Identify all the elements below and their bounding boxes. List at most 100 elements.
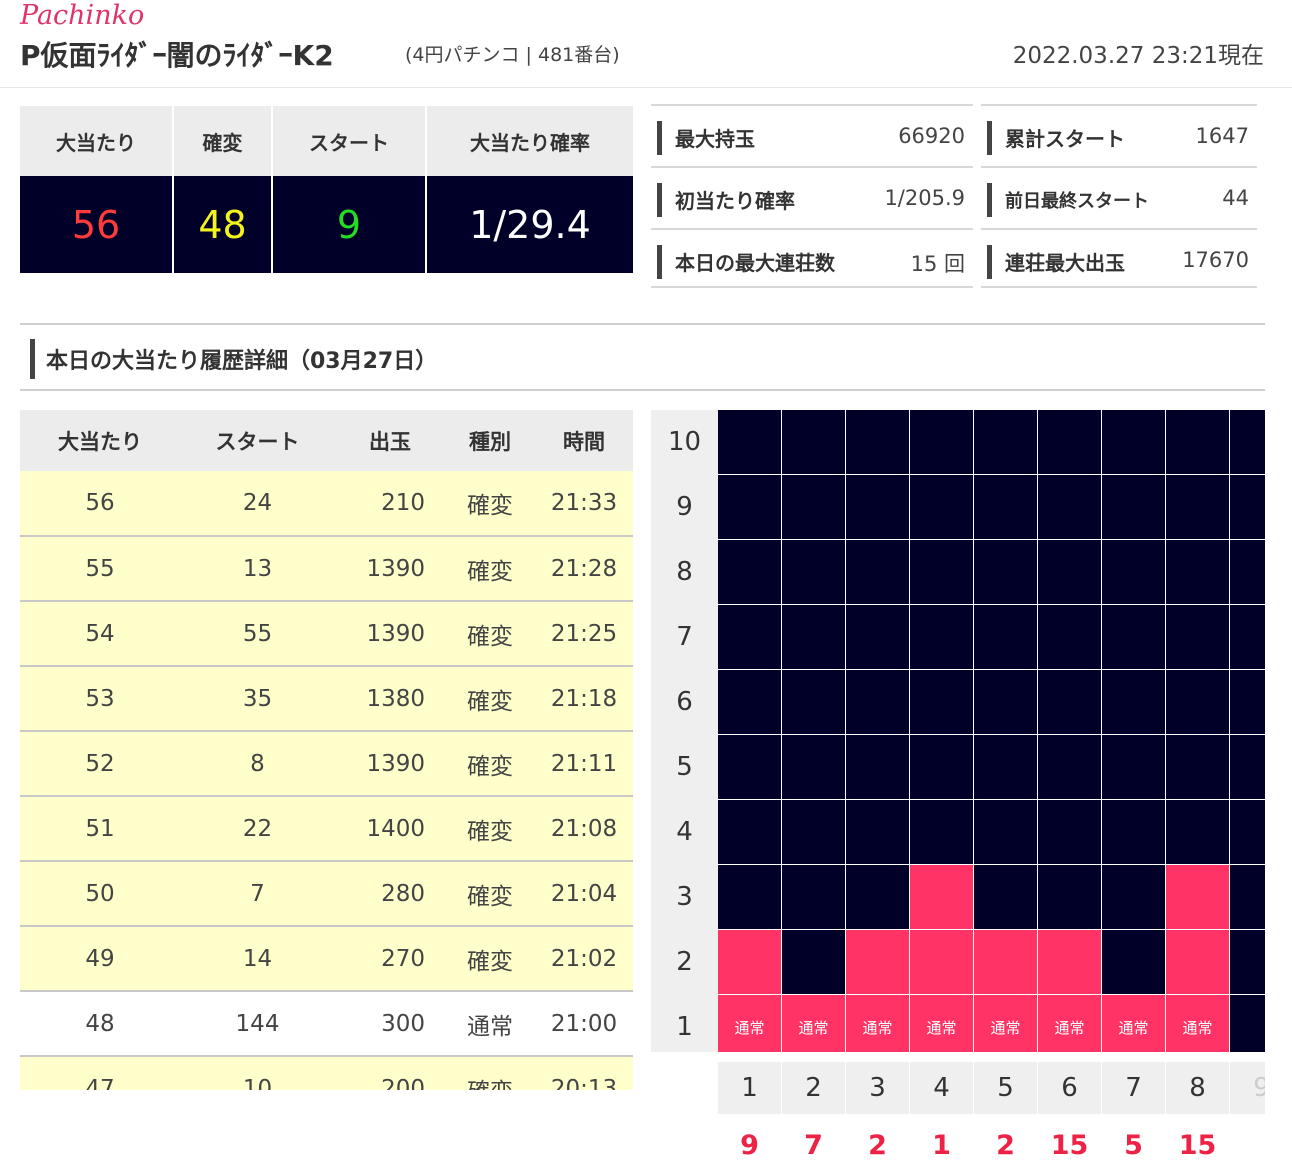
cell-jackpot: 49	[20, 926, 180, 992]
chart-empty-cell	[1230, 410, 1265, 474]
cell-jackpot: 52	[20, 731, 180, 797]
chart-bar-cell	[910, 930, 973, 994]
section-accent-bar	[30, 339, 35, 379]
x-axis-label[interactable]: 4	[910, 1062, 973, 1114]
cell-start: 13	[180, 536, 335, 602]
history-row: 51 22 1400 確変 21:08	[20, 796, 633, 862]
chart-empty-cell	[718, 800, 781, 864]
chart-empty-cell	[1166, 410, 1229, 474]
chart-empty-cell	[782, 800, 845, 864]
cell-start: 35	[180, 666, 335, 732]
summary-header-jackpot: 大当たり	[20, 106, 174, 176]
cell-time: 21:28	[535, 536, 633, 602]
stat-label: 初当たり確率	[675, 189, 795, 213]
summary-value-kakuhen: 48	[173, 176, 273, 273]
chart-empty-cell	[1230, 930, 1265, 994]
streak-count-label: 15	[1050, 1130, 1089, 1161]
stat-total-start: 累計スタート 1647	[981, 104, 1257, 166]
cell-type: 確変	[445, 731, 535, 797]
chart-bar-cell: 通常	[1102, 995, 1165, 1052]
stat-max-streak: 本日の最大連荘数 15 回	[651, 228, 973, 290]
x-axis-label[interactable]: 5	[974, 1062, 1037, 1114]
stat-label: 連荘最大出玉	[1005, 251, 1125, 275]
streak-count-label: 2	[868, 1130, 887, 1161]
chart-empty-cell	[974, 735, 1037, 799]
cell-type: 確変	[445, 666, 535, 732]
cell-type: 確変	[445, 536, 535, 602]
chart-empty-cell	[1038, 410, 1101, 474]
chart-empty-cell	[974, 475, 1037, 539]
brand-logo[interactable]: Pachinko	[20, 0, 144, 31]
chart-empty-cell	[1102, 540, 1165, 604]
chart-bar-cell: 通常	[1166, 995, 1229, 1052]
page-header: Pachinko P仮面ﾗｲﾀﾞｰ闇のﾗｲﾀﾞｰK2 (4円パチンコ | 481…	[0, 0, 1292, 88]
chart-empty-cell	[1166, 800, 1229, 864]
cell-time: 21:02	[535, 926, 633, 992]
x-axis-label[interactable]: 1	[718, 1062, 781, 1114]
cell-jackpot: 47	[20, 1056, 180, 1090]
history-row: 4710200確変20:13	[20, 1056, 633, 1090]
chart-empty-cell	[1230, 475, 1265, 539]
x-axis-label[interactable]: 7	[1102, 1062, 1165, 1114]
chart-empty-cell	[1038, 670, 1101, 734]
chart-empty-cell	[782, 865, 845, 929]
chart-empty-cell	[718, 735, 781, 799]
cell-time: 21:08	[535, 796, 633, 862]
y-axis-label: 3	[676, 882, 693, 912]
column-header-type: 種別	[445, 410, 535, 471]
cell-jackpot: 56	[20, 471, 180, 537]
chart-bar-cell: 通常	[718, 995, 781, 1052]
summary-header-start: スタート	[272, 106, 427, 176]
chart-empty-cell	[910, 410, 973, 474]
update-datetime: 2022.03.27 23:21現在	[1012, 43, 1264, 69]
cell-jackpot: 54	[20, 601, 180, 667]
streak-count-label: 2	[996, 1130, 1015, 1161]
chart-empty-cell	[974, 605, 1037, 669]
stat-value: 15 回	[910, 252, 965, 276]
cell-payout: 300	[335, 991, 445, 1057]
history-row: 49 14 270 確変 21:02	[20, 926, 633, 992]
summary-header-probability: 大当たり確率	[426, 106, 633, 176]
x-axis-label[interactable]: 3	[846, 1062, 909, 1114]
chart-empty-cell	[782, 735, 845, 799]
chart-empty-cell	[846, 475, 909, 539]
x-axis-label[interactable]: 9	[1230, 1062, 1265, 1114]
history-row: 54 55 1390 確変 21:25	[20, 601, 633, 667]
cell-start: 8	[180, 731, 335, 797]
y-axis-label: 1	[676, 1012, 693, 1042]
cell-payout: 270	[335, 926, 445, 992]
summary-value-start: 9	[272, 176, 427, 273]
cell-payout: 1390	[335, 601, 445, 667]
stat-label: 累計スタート	[1005, 127, 1125, 151]
cell-time: 21:00	[535, 991, 633, 1057]
chart-empty-cell	[1230, 540, 1265, 604]
chart-empty-cell	[1166, 540, 1229, 604]
chart-empty-cell	[1038, 605, 1101, 669]
bar-type-label: 通常	[1118, 1019, 1149, 1037]
stats-divider	[981, 286, 1257, 288]
x-axis-labels[interactable]: 123456789	[718, 1062, 1265, 1114]
stat-first-hit-prob: 初当たり確率 1/205.9	[651, 166, 973, 228]
cell-payout: 200	[335, 1056, 445, 1090]
y-axis-label: 6	[676, 687, 693, 717]
chart-empty-cell	[846, 605, 909, 669]
cell-start: 14	[180, 926, 335, 992]
x-axis-label[interactable]: 2	[782, 1062, 845, 1114]
cell-start: 55	[180, 601, 335, 667]
chart-empty-cell	[1230, 735, 1265, 799]
x-axis-label[interactable]: 6	[1038, 1062, 1101, 1114]
chart-empty-cell	[1038, 735, 1101, 799]
chart-empty-cell	[1230, 670, 1265, 734]
cell-time: 21:33	[535, 471, 633, 537]
chart-empty-cell	[1102, 735, 1165, 799]
history-table-container[interactable]: 大当たり スタート 出玉 種別 時間 56 24 210 確変 21:33 55 13 139…	[20, 410, 633, 1090]
chart-empty-cell	[910, 670, 973, 734]
cell-payout: 1390	[335, 731, 445, 797]
stat-value: 17670	[1182, 248, 1249, 272]
streak-count-label: 9	[740, 1130, 759, 1161]
chart-empty-cell	[846, 540, 909, 604]
chart-empty-cell	[910, 540, 973, 604]
x-axis-label[interactable]: 8	[1166, 1062, 1229, 1114]
chart-empty-cell	[782, 605, 845, 669]
chart-empty-cell	[782, 410, 845, 474]
